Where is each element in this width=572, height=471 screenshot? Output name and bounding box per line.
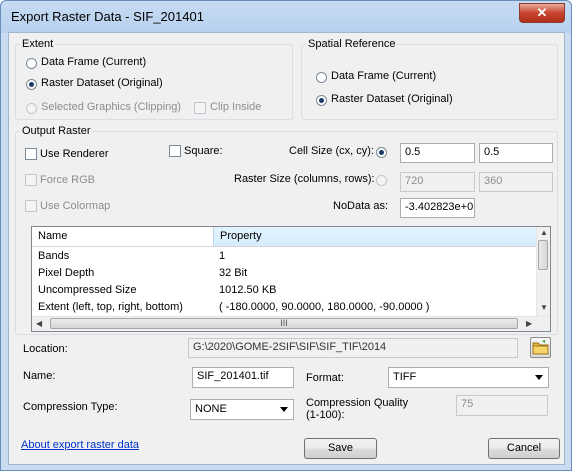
property-name: Pixel Depth [38, 267, 95, 279]
help-link[interactable]: About export raster data [21, 439, 139, 451]
raster-properties-list[interactable]: Name Property Bands 1 Pixel Depth 32 Bit… [31, 226, 551, 332]
extent-data-frame-label[interactable]: Data Frame (Current) [41, 56, 146, 68]
save-button[interactable]: Save [304, 438, 377, 459]
name-label: Name: [23, 370, 56, 382]
vertical-scroll-thumb[interactable] [538, 240, 548, 270]
scroll-grip-icon: III [280, 318, 288, 328]
close-icon: ✕ [536, 5, 548, 20]
name-input[interactable]: SIF_201401.tif [192, 367, 294, 388]
scroll-up-icon[interactable]: ▲ [540, 228, 548, 237]
cell-size-cy-input[interactable]: 0.5 [479, 143, 553, 163]
list-item[interactable]: Uncompressed Size 1012.50 KB [32, 282, 537, 299]
force-rgb-label: Force RGB [40, 174, 96, 186]
cell-size-label: Cell Size (cx, cy): [289, 145, 374, 157]
extent-selected-graphics-label: Selected Graphics (Clipping) [41, 101, 182, 113]
export-raster-dialog: Export Raster Data - SIF_201401 ✕ Extent… [0, 0, 572, 471]
square-checkbox[interactable] [169, 145, 181, 157]
cell-size-radio[interactable] [376, 147, 387, 158]
compression-quality-label: Compression Quality (1-100): [306, 397, 409, 421]
chevron-down-icon [280, 407, 288, 412]
compression-type-select[interactable]: NONE [190, 399, 294, 420]
window-title: Export Raster Data - SIF_201401 [11, 9, 204, 24]
clip-inside-label: Clip Inside [210, 101, 262, 113]
horizontal-scrollbar[interactable]: ◀ III ▶ [32, 316, 550, 331]
use-renderer-label[interactable]: Use Renderer [40, 148, 108, 160]
raster-size-label: Raster Size (columns, rows): [234, 173, 375, 185]
property-name: Uncompressed Size [38, 284, 137, 296]
property-name: Extent (left, top, right, bottom) [38, 301, 183, 313]
folder-icon [532, 340, 549, 355]
nodata-label: NoData as: [333, 200, 389, 212]
vertical-scrollbar[interactable]: ▲ ▼ [536, 227, 550, 316]
sr-data-frame-label[interactable]: Data Frame (Current) [331, 70, 436, 82]
property-value: 1 [219, 250, 226, 262]
output-raster-legend: Output Raster [22, 125, 91, 137]
use-renderer-checkbox[interactable] [25, 148, 37, 160]
sr-raster-dataset-radio[interactable] [316, 95, 327, 106]
scroll-left-icon[interactable]: ◀ [36, 319, 42, 328]
extent-data-frame-radio[interactable] [26, 58, 37, 69]
compression-type-label: Compression Type: [23, 401, 118, 413]
close-button[interactable]: ✕ [519, 3, 565, 23]
browse-location-button[interactable] [530, 337, 551, 358]
format-label: Format: [306, 372, 344, 384]
raster-size-radio[interactable] [376, 175, 387, 186]
extent-legend: Extent [22, 38, 54, 50]
horizontal-scroll-thumb[interactable]: III [50, 318, 518, 329]
column-header-property[interactable]: Property [213, 227, 537, 246]
extent-raster-dataset-label[interactable]: Raster Dataset (Original) [41, 77, 163, 89]
scroll-down-icon[interactable]: ▼ [540, 303, 548, 312]
nodata-input[interactable]: -3.402823e+0 [400, 198, 475, 218]
raster-columns-input[interactable]: 720 [400, 172, 475, 192]
raster-rows-input[interactable]: 360 [479, 172, 553, 192]
format-select[interactable]: TIFF [388, 367, 549, 388]
sr-data-frame-radio[interactable] [316, 72, 327, 83]
list-item[interactable]: Extent (left, top, right, bottom) ( -180… [32, 299, 537, 316]
spatial-reference-legend: Spatial Reference [308, 38, 396, 50]
compression-type-value: NONE [195, 403, 227, 415]
list-item[interactable]: Pixel Depth 32 Bit [32, 265, 537, 282]
force-rgb-checkbox[interactable] [25, 174, 37, 186]
clip-inside-checkbox[interactable] [194, 102, 206, 114]
title-bar[interactable]: Export Raster Data - SIF_201401 ✕ [1, 1, 571, 33]
location-field[interactable]: G:\2020\GOME-2SIF\SIF\SIF_TIF\2014 [188, 338, 518, 358]
format-value: TIFF [393, 371, 417, 383]
property-name: Bands [38, 250, 70, 262]
cancel-button[interactable]: Cancel [488, 438, 560, 459]
list-header: Name Property [32, 227, 537, 247]
extent-raster-dataset-radio[interactable] [26, 79, 37, 90]
cell-size-cx-input[interactable]: 0.5 [400, 143, 475, 163]
location-label: Location: [23, 343, 68, 355]
compression-quality-input[interactable]: 75 [456, 395, 548, 416]
use-colormap-checkbox[interactable] [25, 200, 37, 212]
extent-selected-graphics-radio[interactable] [26, 103, 37, 114]
sr-raster-dataset-label[interactable]: Raster Dataset (Original) [331, 93, 453, 105]
property-value: ( -180.0000, 90.0000, 180.0000, -90.0000… [219, 301, 430, 313]
dialog-body: Extent Data Frame (Current) Raster Datas… [8, 32, 565, 465]
chevron-down-icon [535, 375, 543, 380]
use-colormap-label: Use Colormap [40, 200, 111, 212]
scroll-right-icon[interactable]: ▶ [526, 319, 532, 328]
property-value: 32 Bit [219, 267, 248, 279]
list-item[interactable]: Bands 1 [32, 248, 537, 265]
property-value: 1012.50 KB [219, 284, 277, 296]
column-header-name[interactable]: Name [32, 227, 213, 246]
square-label[interactable]: Square: [184, 145, 223, 157]
